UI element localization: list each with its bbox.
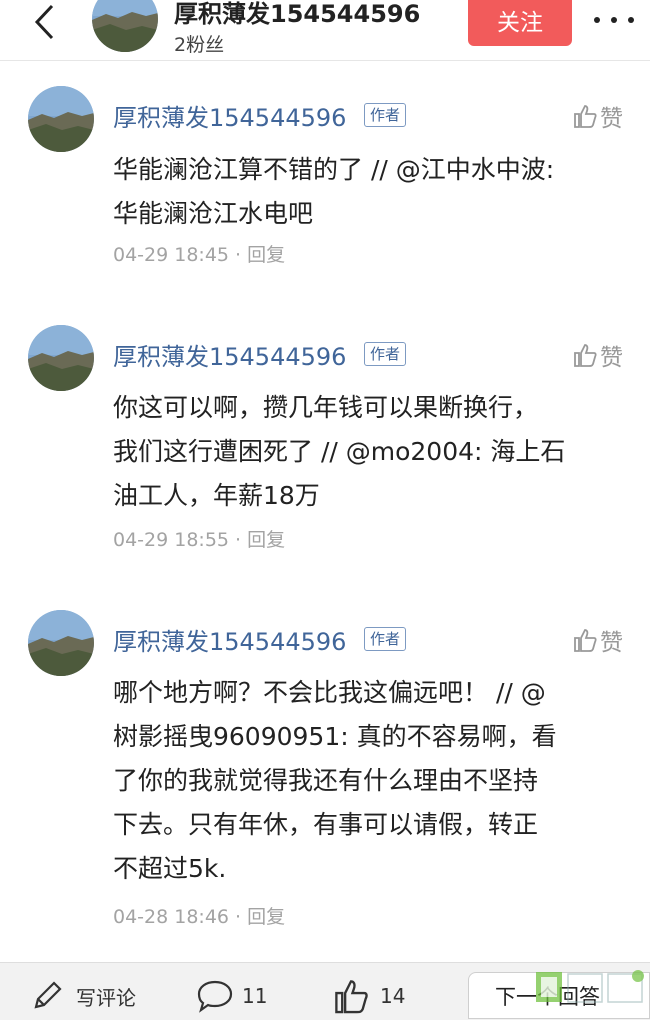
comment-line: 我们这行遭困死了 // @mo2004: 海上石 xyxy=(113,437,566,466)
follow-button[interactable]: 关注 xyxy=(468,0,572,46)
author-badge: 作者 xyxy=(364,627,407,651)
more-icon-dot xyxy=(611,17,617,23)
comment-author[interactable]: 厚积薄发154544596 xyxy=(113,622,346,657)
comment-meta[interactable]: 04-29 18:45 · 回复 xyxy=(113,240,285,267)
author-badge: 作者 xyxy=(364,342,407,366)
like-button[interactable]: 赞 xyxy=(572,338,623,372)
back-icon xyxy=(34,4,54,40)
comment-line: 了你的我就觉得我还有什么理由不坚持 xyxy=(113,766,539,795)
comment-line: 树影摇曳96090951: 真的不容易啊，看 xyxy=(113,722,557,751)
like-button[interactable]: 赞 xyxy=(572,99,623,133)
comment-line: 下去。只有年休，有事可以请假，转正 xyxy=(113,810,539,839)
avatar[interactable] xyxy=(28,86,94,152)
comment-bubble-icon xyxy=(197,980,233,1013)
comments-button[interactable]: 11 xyxy=(196,979,267,1013)
pencil-icon xyxy=(34,981,62,1009)
comment-line: 华能澜沧江算不错的了 // @江中水中波: xyxy=(113,155,555,184)
like-label: 赞 xyxy=(600,106,623,132)
more-icon-dot xyxy=(628,17,634,23)
comment-author[interactable]: 厚积薄发154544596 xyxy=(113,337,346,372)
upvote-button[interactable]: 14 xyxy=(332,977,405,1015)
comment-author[interactable]: 厚积薄发154544596 xyxy=(113,98,346,133)
comment-line: 不超过5k. xyxy=(113,854,227,883)
avatar[interactable] xyxy=(28,610,94,676)
watermark-logo xyxy=(532,966,650,1019)
thumb-up-icon xyxy=(574,344,597,367)
comment-text: 你这可以啊，攒几年钱可以果断换行， 我们这行遭困死了 // @mo2004: 海… xyxy=(113,386,623,518)
like-label: 赞 xyxy=(600,630,623,656)
follower-count: 2粉丝 xyxy=(174,34,225,56)
thumb-up-icon xyxy=(574,105,597,128)
thumb-up-icon xyxy=(574,629,597,652)
avatar[interactable] xyxy=(28,325,94,391)
thumb-up-icon xyxy=(335,980,368,1014)
comment-line: 哪个地方啊？不会比我这偏远吧！ // @ xyxy=(113,678,546,707)
header-avatar[interactable] xyxy=(92,0,158,52)
comment-line: 华能澜沧江水电吧 xyxy=(113,199,314,228)
comment-count: 11 xyxy=(242,984,268,1008)
comment-meta[interactable]: 04-28 18:46 · 回复 xyxy=(113,902,285,929)
author-badge: 作者 xyxy=(364,103,407,127)
like-label: 赞 xyxy=(600,345,623,371)
back-button[interactable] xyxy=(22,0,66,44)
write-comment-button[interactable]: 写评论 xyxy=(30,979,136,1013)
comment-text: 华能澜沧江算不错的了 // @江中水中波: 华能澜沧江水电吧 xyxy=(113,148,623,236)
more-icon xyxy=(594,17,600,23)
comment-text: 哪个地方啊？不会比我这偏远吧！ // @ 树影摇曳96090951: 真的不容易… xyxy=(113,671,623,891)
like-button[interactable]: 赞 xyxy=(572,623,623,657)
upvote-count: 14 xyxy=(380,984,406,1008)
more-button[interactable] xyxy=(594,8,634,32)
write-comment-label: 写评论 xyxy=(76,985,136,1010)
comment-meta[interactable]: 04-29 18:55 · 回复 xyxy=(113,525,285,552)
top-bar: 厚积薄发154544596 2粉丝 关注 xyxy=(0,0,650,61)
comment-line: 油工人，年薪18万 xyxy=(113,481,320,510)
comment-line: 你这可以啊，攒几年钱可以果断换行， xyxy=(113,393,539,422)
header-title: 厚积薄发154544596 xyxy=(174,0,421,28)
